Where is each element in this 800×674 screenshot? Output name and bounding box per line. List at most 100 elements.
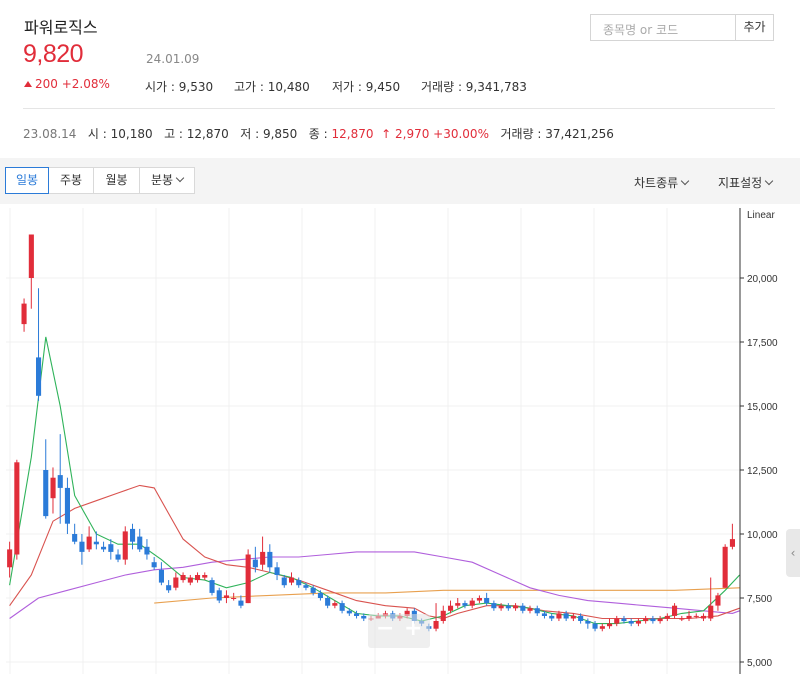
price-change: 200 +2.08% bbox=[24, 77, 110, 91]
candle-body bbox=[43, 470, 49, 517]
y-axis-ticks: 20,000 17,500 15,000 12,500 10,000 7,500 5,000 bbox=[740, 274, 778, 669]
candle-body bbox=[570, 615, 576, 619]
candlestick-chart[interactable]: Linear 20,000 17,500 15,000 12,500 10,000 7,5… bbox=[0, 204, 800, 674]
candle-body bbox=[469, 600, 475, 606]
candle-body bbox=[64, 487, 70, 524]
candle-body bbox=[635, 621, 641, 624]
candle-body bbox=[151, 562, 157, 568]
candle-body bbox=[28, 234, 34, 278]
candle-body bbox=[455, 603, 461, 606]
stock-name: 파워로직스 bbox=[24, 18, 98, 37]
y-tick-label: 5,000 bbox=[747, 658, 772, 669]
candle-body bbox=[93, 541, 99, 545]
candle-body bbox=[643, 618, 649, 622]
candle-body bbox=[354, 613, 360, 616]
candle-body bbox=[657, 618, 663, 622]
candle-body bbox=[86, 536, 92, 550]
y-tick-label: 15,000 bbox=[747, 402, 778, 413]
side-panel-handle[interactable]: ‹ bbox=[786, 529, 800, 577]
candle-body bbox=[484, 598, 490, 604]
candle-body bbox=[79, 541, 85, 552]
tab-daily[interactable]: 일봉 bbox=[5, 167, 49, 194]
divider bbox=[23, 108, 775, 109]
candle-body bbox=[223, 595, 229, 598]
candle-body bbox=[700, 615, 706, 619]
candle-body bbox=[534, 608, 540, 614]
y-tick-label: 10,000 bbox=[747, 530, 778, 541]
candle-body bbox=[57, 475, 63, 488]
y-tick-label: 12,500 bbox=[747, 466, 778, 477]
candle-body bbox=[296, 580, 302, 586]
candle-body bbox=[325, 598, 331, 606]
stat-volume: 거래량 : 9,341,783 bbox=[421, 80, 527, 94]
candle-body bbox=[346, 610, 352, 614]
chevron-down-icon bbox=[175, 173, 185, 183]
candle-body bbox=[202, 575, 208, 578]
chart-type-dropdown[interactable]: 차트종류 bbox=[634, 174, 690, 191]
candle-body bbox=[433, 621, 439, 629]
add-button[interactable]: 추가 bbox=[735, 14, 774, 41]
candle-body bbox=[195, 575, 201, 581]
indicator-settings-dropdown[interactable]: 지표설정 bbox=[718, 174, 774, 191]
chevron-left-icon: ‹ bbox=[790, 546, 796, 560]
candle-body bbox=[513, 605, 519, 609]
candle-body bbox=[708, 605, 714, 619]
candle-body bbox=[144, 546, 150, 555]
chart-toolbar: 일봉 주봉 월봉 분봉 차트종류 지표설정 bbox=[0, 158, 800, 204]
candle-body bbox=[231, 598, 237, 599]
candle-body bbox=[440, 610, 446, 621]
candles bbox=[7, 234, 735, 632]
candle-body bbox=[267, 551, 273, 568]
candle-body bbox=[245, 554, 251, 604]
candle-body bbox=[541, 613, 547, 616]
candle-body bbox=[585, 621, 591, 624]
candle-body bbox=[108, 544, 114, 552]
candle-body bbox=[238, 600, 244, 606]
y-tick-label: 17,500 bbox=[747, 338, 778, 349]
candle-body bbox=[361, 615, 367, 619]
tab-weekly[interactable]: 주봉 bbox=[48, 167, 94, 194]
candle-body bbox=[310, 587, 316, 593]
candle-body bbox=[180, 575, 186, 581]
candle-body bbox=[621, 618, 627, 622]
candle-body bbox=[166, 585, 172, 591]
tab-monthly[interactable]: 월봉 bbox=[93, 167, 140, 194]
candle-body bbox=[614, 618, 620, 624]
candle-body bbox=[563, 613, 569, 619]
stat-low: 저가 : 9,450 bbox=[332, 80, 401, 94]
candle-body bbox=[216, 590, 222, 601]
candle-body bbox=[491, 603, 497, 609]
search-input[interactable]: 종목명 or 코드 bbox=[590, 14, 735, 41]
candle-body bbox=[462, 603, 468, 606]
candle-body bbox=[672, 605, 678, 616]
candle-body bbox=[209, 580, 215, 593]
zoom-control[interactable]: − + bbox=[368, 614, 430, 648]
candle-body bbox=[158, 569, 164, 583]
chevron-down-icon bbox=[680, 176, 690, 186]
candle-body bbox=[137, 536, 143, 550]
candle-body bbox=[274, 567, 280, 575]
tab-minute[interactable]: 분봉 bbox=[139, 167, 195, 194]
stat-open: 시가 : 9,530 bbox=[145, 80, 214, 94]
candle-body bbox=[187, 577, 193, 583]
candle-body bbox=[549, 615, 555, 619]
candle-body bbox=[281, 577, 287, 586]
candle-body bbox=[36, 357, 42, 396]
candle-body bbox=[686, 615, 692, 619]
candle-body bbox=[72, 534, 78, 542]
candle-body bbox=[628, 621, 634, 624]
current-price: 9,820 bbox=[23, 40, 84, 68]
candle-body bbox=[650, 618, 656, 622]
chevron-down-icon bbox=[764, 176, 774, 186]
up-triangle-icon bbox=[24, 81, 32, 87]
zoom-out-icon[interactable]: − bbox=[376, 616, 394, 641]
candle-body bbox=[498, 605, 504, 609]
y-tick-label: 7,500 bbox=[747, 594, 772, 605]
candle-body bbox=[7, 549, 13, 568]
price-change-value: 200 +2.08% bbox=[35, 77, 110, 91]
candle-body bbox=[260, 551, 266, 565]
candle-body bbox=[476, 598, 482, 601]
zoom-in-icon[interactable]: + bbox=[404, 616, 422, 641]
candle-body bbox=[252, 559, 258, 568]
candle-body bbox=[693, 615, 699, 617]
